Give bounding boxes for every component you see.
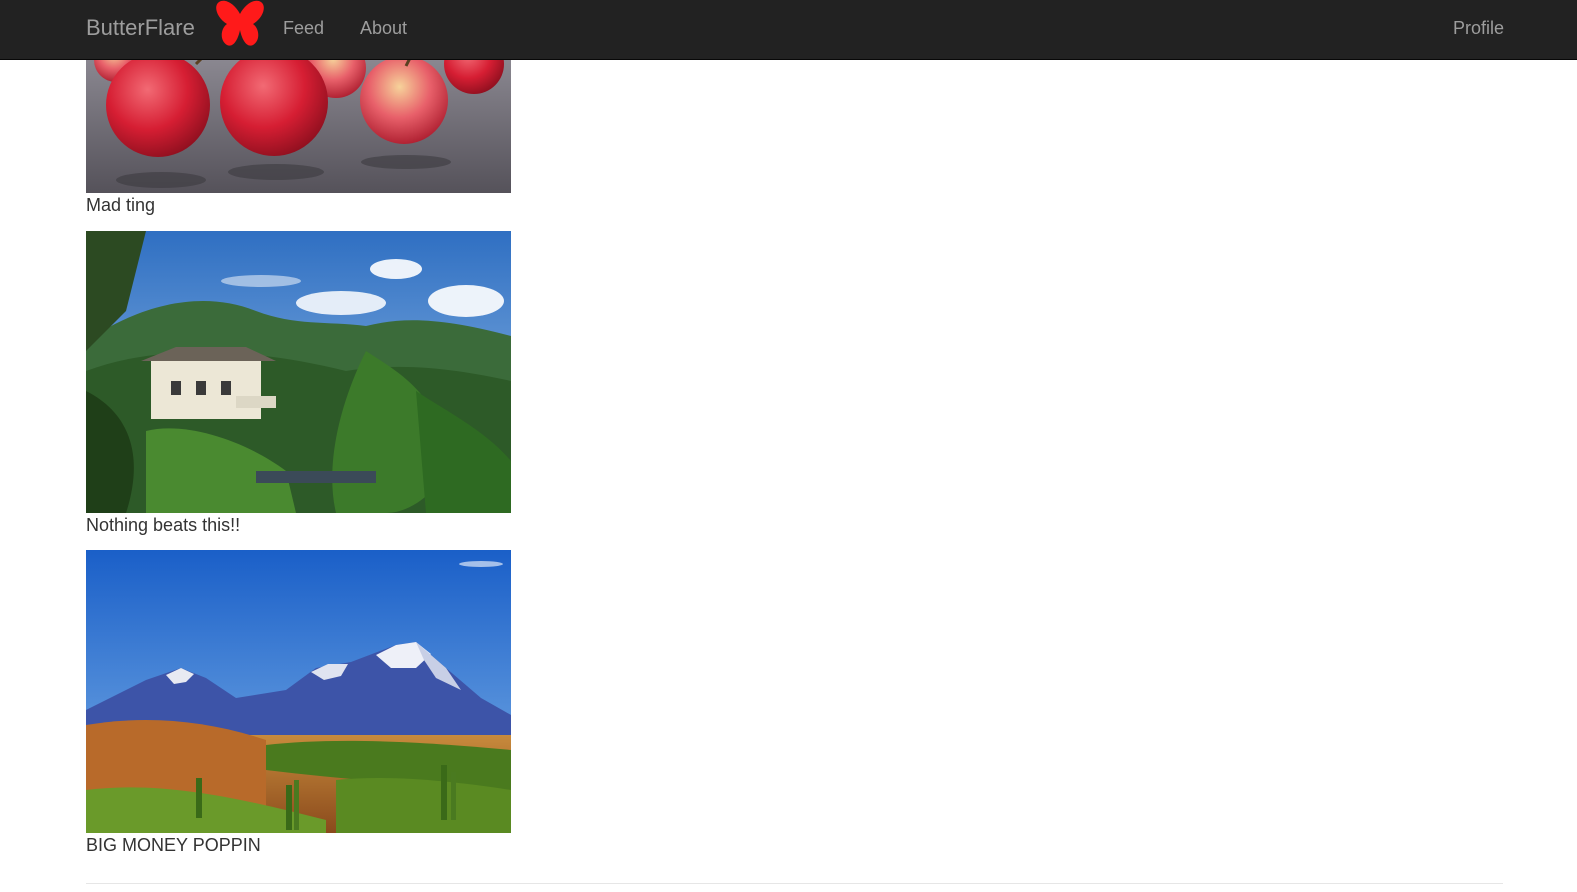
- nav-feed-link[interactable]: Feed: [283, 17, 324, 39]
- snowy-mountains-landscape-photo: [86, 550, 511, 833]
- post-image[interactable]: [86, 550, 511, 833]
- footer-divider: [86, 883, 1503, 884]
- apples-photo: [86, 60, 511, 193]
- post-image[interactable]: [86, 231, 511, 513]
- nav-profile-link[interactable]: Profile: [1453, 17, 1504, 39]
- butterfly-icon[interactable]: [213, 0, 267, 48]
- tropical-house-mountains-photo: [86, 231, 511, 513]
- brand-link[interactable]: ButterFlare: [86, 14, 195, 42]
- post-caption: Mad ting: [86, 195, 156, 215]
- post-caption: BIG MONEY POPPIN: [86, 835, 261, 855]
- top-navbar: ButterFlare Feed About Profile: [0, 0, 1577, 60]
- post-image[interactable]: [86, 60, 511, 193]
- nav-about-link[interactable]: About: [360, 17, 407, 39]
- post-caption: Nothing beats this!!: [86, 515, 241, 535]
